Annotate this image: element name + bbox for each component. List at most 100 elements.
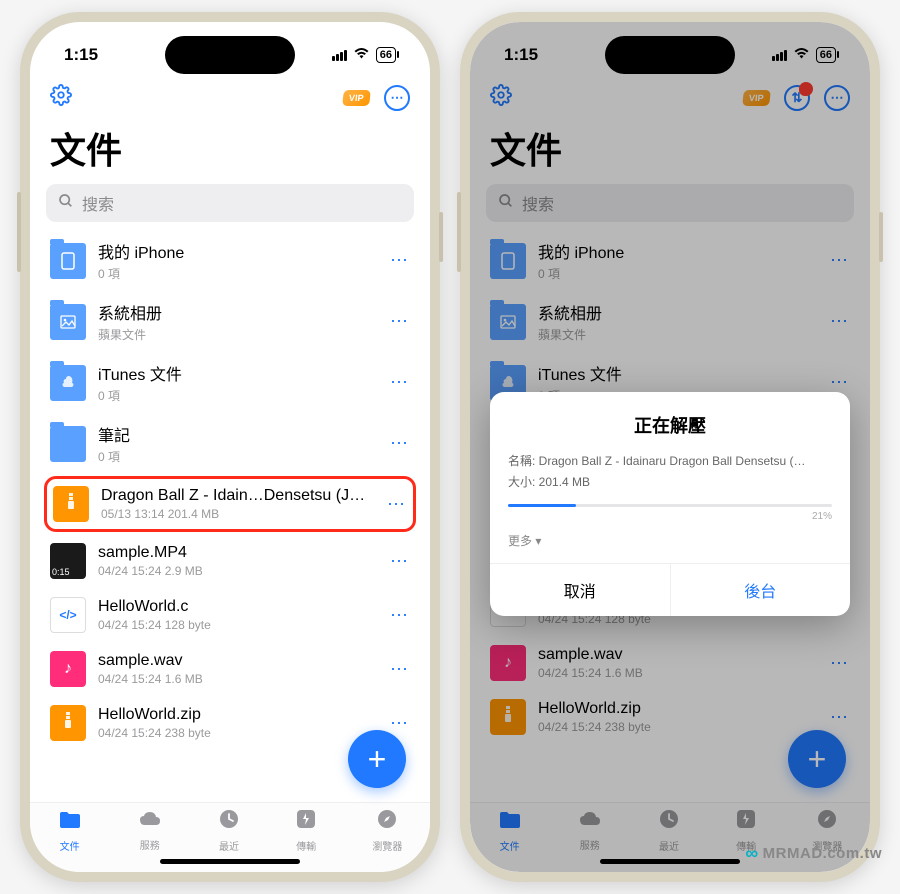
- status-time: 1:15: [504, 45, 538, 65]
- tab-label: 傳輸: [296, 838, 316, 853]
- file-more-icon[interactable]: ⋯: [388, 372, 410, 393]
- file-name: 我的 iPhone: [98, 239, 376, 263]
- folder-icon: [50, 304, 86, 340]
- file-meta: 05/13 13:14 201.4 MB: [101, 507, 373, 521]
- file-name: sample.wav: [98, 652, 376, 670]
- extract-dialog: 正在解壓 名稱: Dragon Ball Z - Idainaru Dragon…: [490, 392, 850, 616]
- wifi-icon: [793, 47, 810, 63]
- folder-icon: [50, 426, 86, 462]
- status-time: 1:15: [64, 45, 98, 65]
- folder-icon: [58, 808, 82, 836]
- cellular-icon: [772, 50, 787, 61]
- vip-badge[interactable]: VIP: [343, 90, 371, 106]
- file-row[interactable]: Dragon Ball Z - Idain…Densetsu (Japan).7…: [44, 476, 416, 532]
- file-info: 我的 iPhone 0 項: [98, 239, 376, 282]
- dialog-filesize: 大小: 201.4 MB: [508, 473, 832, 490]
- file-more-icon[interactable]: ⋯: [388, 433, 410, 454]
- tab-label: 瀏覽器: [372, 838, 402, 853]
- file-info: HelloWorld.zip 04/24 15:24 238 byte: [98, 706, 376, 740]
- file-row[interactable]: ♪ sample.wav 04/24 15:24 1.6 MB ⋯: [46, 642, 414, 696]
- file-name: 系統相册: [98, 300, 376, 324]
- archive-icon: [50, 705, 86, 741]
- file-more-icon[interactable]: ⋯: [388, 311, 410, 332]
- file-row[interactable]: 筆記0 項 ⋯: [46, 413, 414, 474]
- file-more-icon[interactable]: ⋯: [388, 659, 410, 680]
- file-info: 筆記0 項: [98, 422, 376, 465]
- background-button[interactable]: 後台: [671, 564, 851, 616]
- compass-icon: [376, 808, 398, 836]
- wifi-icon: [353, 47, 370, 63]
- progress-percent: 21%: [508, 511, 832, 522]
- file-row[interactable]: </> HelloWorld.c 04/24 15:24 128 byte ⋯: [46, 588, 414, 642]
- file-more-icon[interactable]: ⋯: [388, 250, 410, 271]
- phone-right: 1:15 66 VIP ⇅1 ⋯ 文件: [460, 12, 880, 882]
- progress-bar: [508, 504, 832, 507]
- cancel-button[interactable]: 取消: [490, 564, 671, 616]
- file-name: HelloWorld.c: [98, 598, 376, 616]
- file-name: Dragon Ball Z - Idain…Densetsu (Japan).7…: [101, 487, 373, 505]
- file-info: iTunes 文件0 項: [98, 361, 376, 404]
- file-meta: 蘋果文件: [98, 326, 376, 343]
- dialog-title: 正在解壓: [508, 412, 832, 438]
- search-input[interactable]: 搜索: [46, 184, 414, 222]
- search-placeholder: 搜索: [82, 191, 114, 215]
- home-indicator[interactable]: [600, 859, 740, 864]
- file-meta: 04/24 15:24 1.6 MB: [98, 672, 376, 686]
- settings-icon[interactable]: [50, 84, 72, 112]
- file-row[interactable]: 0:15 sample.MP4 04/24 15:24 2.9 MB ⋯: [46, 534, 414, 588]
- file-list[interactable]: 我的 iPhone0 項⋯系統相册蘋果文件⋯iTunes 文件0 項⋯筆記0 項…: [30, 230, 430, 802]
- header-actions: VIP ⋯: [30, 78, 430, 118]
- more-menu-icon[interactable]: ⋯: [384, 85, 410, 111]
- file-row[interactable]: 系統相册蘋果文件 ⋯: [46, 291, 414, 352]
- dynamic-island: [605, 36, 735, 74]
- file-more-icon[interactable]: ⋯: [388, 605, 410, 626]
- file-info: HelloWorld.c 04/24 15:24 128 byte: [98, 598, 376, 632]
- file-meta: 0 項: [98, 265, 376, 282]
- folder-icon: [50, 365, 86, 401]
- file-meta: 0 項: [98, 387, 376, 404]
- file-more-icon[interactable]: ⋯: [388, 551, 410, 572]
- phone-left: 1:15 66 VIP ⋯ 文件: [20, 12, 440, 882]
- tab-label: 文件: [60, 838, 80, 853]
- home-indicator[interactable]: [160, 859, 300, 864]
- code-file-icon: </>: [50, 597, 86, 633]
- tab-label: 最近: [219, 838, 239, 853]
- file-info: Dragon Ball Z - Idain…Densetsu (Japan).7…: [101, 487, 373, 521]
- tab-clock[interactable]: 最近: [218, 808, 240, 853]
- file-name: sample.MP4: [98, 544, 376, 562]
- tab-compass[interactable]: 瀏覽器: [372, 808, 402, 853]
- file-meta: 04/24 15:24 2.9 MB: [98, 564, 376, 578]
- tab-cloud[interactable]: 服務: [137, 809, 163, 852]
- cellular-icon: [332, 50, 347, 61]
- video-thumb-icon: 0:15: [50, 543, 86, 579]
- watermark: ∞ MRMAD.com.tw: [745, 843, 882, 864]
- file-more-icon[interactable]: ⋯: [385, 494, 407, 515]
- transfer-icon: [295, 808, 317, 836]
- file-info: 系統相册蘋果文件: [98, 300, 376, 343]
- dialog-filename: 名稱: Dragon Ball Z - Idainaru Dragon Ball…: [508, 452, 832, 469]
- file-row[interactable]: 我的 iPhone 0 項 ⋯: [46, 230, 414, 291]
- file-row[interactable]: iTunes 文件0 項 ⋯: [46, 352, 414, 413]
- cloud-icon: [137, 809, 163, 835]
- search-icon: [58, 193, 74, 214]
- tab-transfer[interactable]: 傳輸: [295, 808, 317, 853]
- file-more-icon[interactable]: ⋯: [388, 713, 410, 734]
- tab-label: 服務: [140, 837, 160, 852]
- file-meta: 0 項: [98, 448, 376, 465]
- audio-file-icon: ♪: [50, 651, 86, 687]
- file-info: sample.MP4 04/24 15:24 2.9 MB: [98, 544, 376, 578]
- tab-folder[interactable]: 文件: [58, 808, 82, 853]
- battery-icon: 66: [376, 47, 396, 63]
- battery-icon: 66: [816, 47, 836, 63]
- archive-icon: [53, 486, 89, 522]
- clock-icon: [218, 808, 240, 836]
- add-button[interactable]: +: [348, 730, 406, 788]
- folder-icon: [50, 243, 86, 279]
- file-name: HelloWorld.zip: [98, 706, 376, 724]
- watermark-icon: ∞: [745, 843, 758, 864]
- file-meta: 04/24 15:24 128 byte: [98, 618, 376, 632]
- dynamic-island: [165, 36, 295, 74]
- file-meta: 04/24 15:24 238 byte: [98, 726, 376, 740]
- page-title: 文件: [30, 118, 430, 184]
- dialog-more-toggle[interactable]: 更多 ▾: [508, 532, 832, 549]
